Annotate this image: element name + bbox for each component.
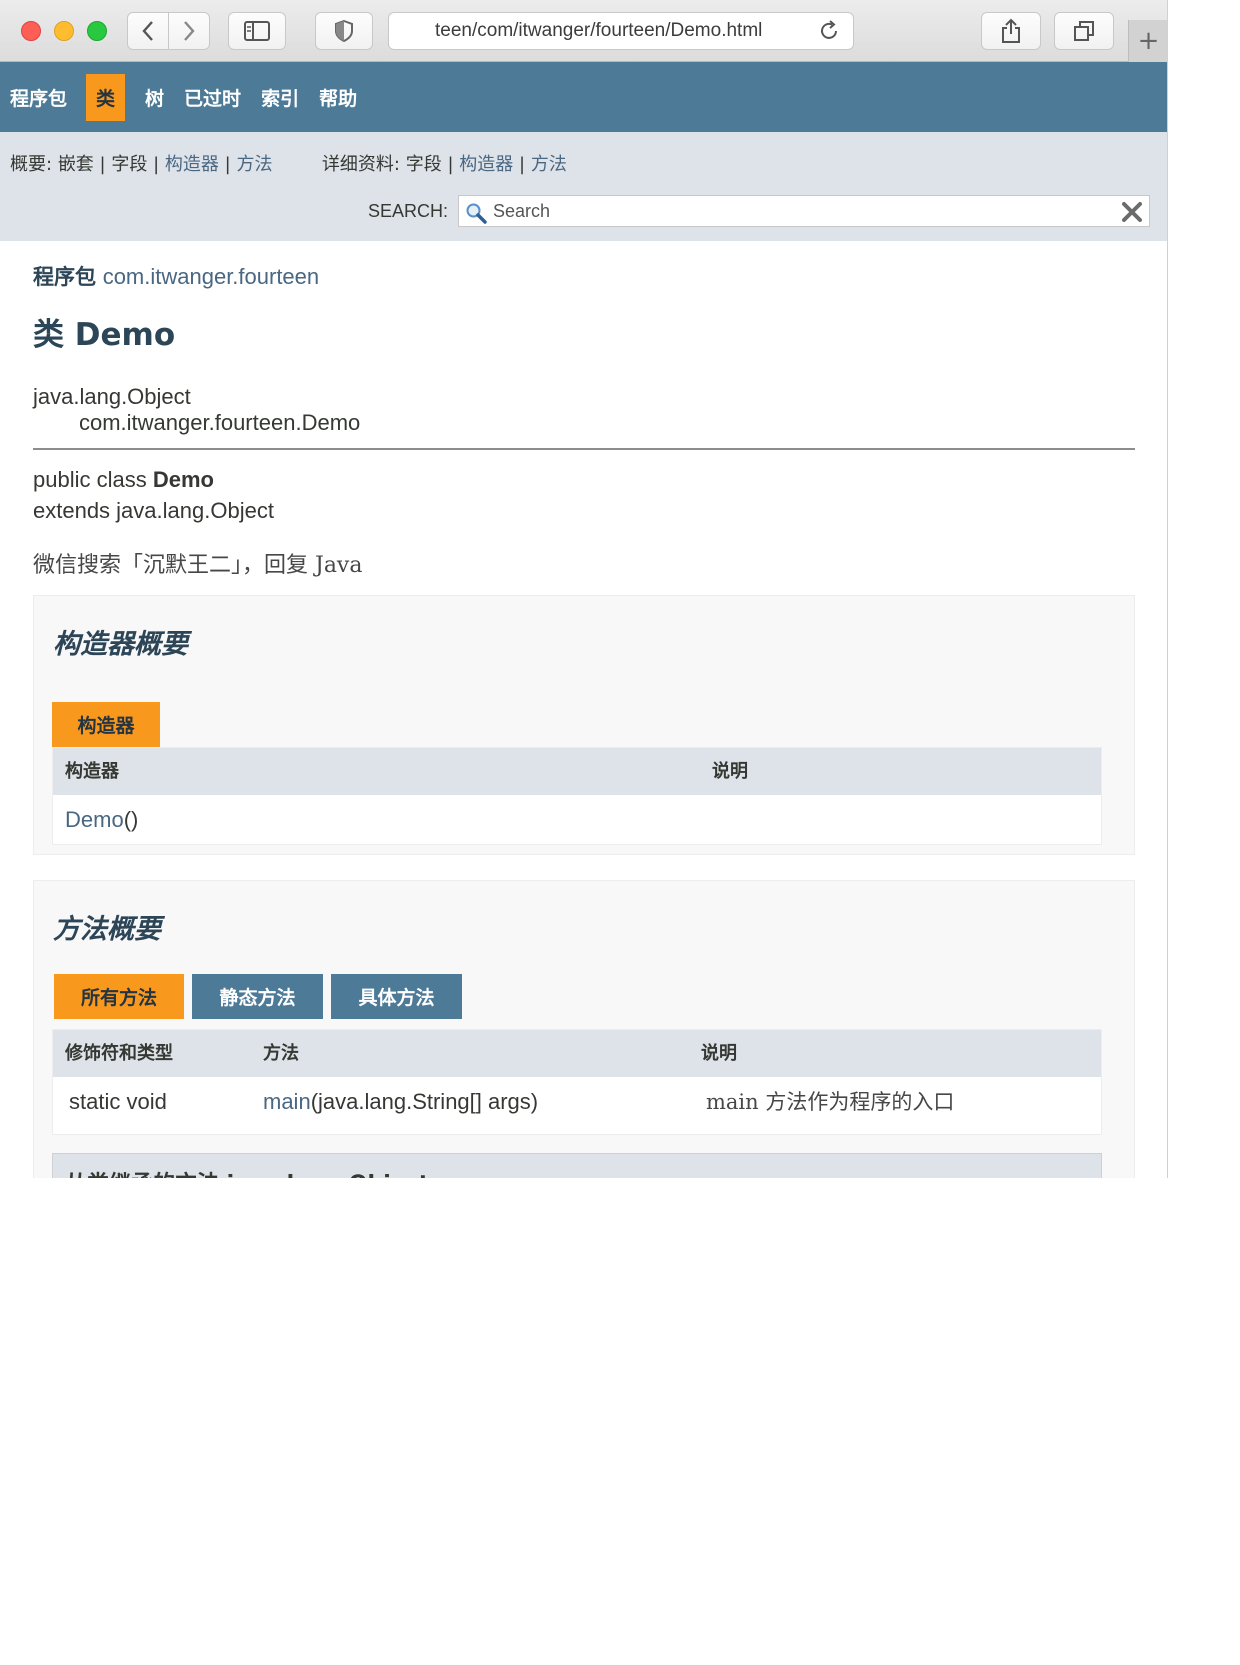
tabs-icon bbox=[1074, 21, 1094, 41]
search-placeholder: Search bbox=[493, 200, 551, 221]
detail-method-link[interactable]: 方法 bbox=[531, 154, 567, 175]
nav-package[interactable]: 程序包 bbox=[10, 74, 67, 121]
inheritance-child: com.itwanger.fourteen.Demo bbox=[79, 410, 361, 435]
separator: | bbox=[519, 154, 526, 175]
constructor-table-header: 构造器 说明 bbox=[53, 748, 1101, 795]
detail-constructor-link[interactable]: 构造器 bbox=[459, 154, 513, 175]
tab-all-methods[interactable]: 所有方法 bbox=[54, 974, 184, 1019]
inheritance-tree: java.lang.Object com.itwanger.fourteen.D… bbox=[33, 384, 360, 436]
share-icon bbox=[1002, 18, 1020, 43]
forward-button[interactable] bbox=[168, 12, 210, 50]
search-input[interactable]: Search bbox=[458, 195, 1151, 229]
sidebar-toggle-button[interactable] bbox=[228, 12, 286, 50]
plus-icon: + bbox=[1137, 26, 1160, 56]
chevron-right-icon bbox=[184, 21, 195, 41]
divider bbox=[33, 448, 1135, 450]
minimize-window-button[interactable] bbox=[54, 21, 74, 41]
tab-static-methods[interactable]: 静态方法 bbox=[192, 974, 323, 1019]
separator: | bbox=[224, 154, 231, 175]
reload-icon[interactable] bbox=[817, 19, 841, 49]
browser-toolbar: teen/com/itwanger/fourteen/Demo.html + bbox=[0, 0, 1167, 62]
constructor-summary-title: 构造器概要 bbox=[53, 629, 188, 660]
constructor-summary: 构造器概要 构造器 构造器 说明 Demo() bbox=[33, 595, 1135, 855]
method-link[interactable]: main bbox=[263, 1089, 311, 1114]
search-row: SEARCH: Search bbox=[368, 195, 1151, 229]
tab-constructors[interactable]: 构造器 bbox=[52, 702, 160, 747]
column-header: 修饰符和类型 bbox=[65, 1043, 173, 1064]
summary-method-link[interactable]: 方法 bbox=[236, 154, 272, 175]
separator: | bbox=[153, 154, 160, 175]
separator: | bbox=[447, 154, 454, 175]
inherited-methods-title: 从类继承的方法 java.lang.Object bbox=[65, 1166, 429, 1178]
share-button[interactable] bbox=[981, 12, 1041, 50]
search-reset-icon[interactable] bbox=[1121, 201, 1143, 228]
javadoc-top-nav: 程序包类树已过时 索引 帮助 bbox=[0, 62, 1167, 132]
class-description: 微信搜索「沉默王二」，回复 Java bbox=[33, 553, 363, 578]
javadoc-sub-nav: 概要: 嵌套 | 字段 | 构造器 | 方法 详细资料: 字段 | 构造器 | … bbox=[0, 132, 1167, 241]
nav-deprecated[interactable]: 已过时 bbox=[184, 74, 241, 121]
address-url: teen/com/itwanger/fourteen/Demo.html bbox=[435, 20, 763, 41]
method-modifier: static void bbox=[69, 1089, 167, 1114]
nav-index[interactable]: 索引 bbox=[261, 74, 299, 121]
tab-concrete-methods[interactable]: 具体方法 bbox=[331, 974, 462, 1019]
back-button[interactable] bbox=[127, 12, 169, 50]
column-header: 说明 bbox=[712, 761, 748, 782]
package-label: 程序包 bbox=[33, 265, 96, 289]
inheritance-parent: java.lang.Object bbox=[33, 384, 191, 409]
summary-constructor-link[interactable]: 构造器 bbox=[165, 154, 219, 175]
method-params: (java.lang.String[] args) bbox=[310, 1089, 539, 1114]
inherited-methods-header: 从类继承的方法 java.lang.Object bbox=[52, 1153, 1102, 1178]
search-icon bbox=[465, 202, 487, 229]
constructor-params: () bbox=[123, 807, 139, 832]
search-label: SEARCH: bbox=[368, 200, 449, 221]
nav-class: 类 bbox=[86, 73, 126, 121]
chevron-left-icon bbox=[142, 21, 153, 41]
table-row: Demo() bbox=[53, 795, 1101, 845]
summary-label: 概要: bbox=[10, 154, 53, 175]
nav-help[interactable]: 帮助 bbox=[319, 74, 357, 121]
package-line: 程序包 com.itwanger.fourteen bbox=[33, 261, 319, 291]
page-title: 类 Demo bbox=[33, 317, 176, 353]
detail-label: 详细资料: bbox=[321, 154, 400, 175]
shield-icon bbox=[335, 20, 353, 42]
class-declaration: public class Demo extends java.lang.Obje… bbox=[33, 464, 274, 526]
constructor-link[interactable]: Demo bbox=[65, 807, 124, 832]
constructor-table: 构造器 说明 Demo() bbox=[52, 747, 1102, 845]
zoom-window-button[interactable] bbox=[87, 21, 107, 41]
address-bar[interactable]: teen/com/itwanger/fourteen/Demo.html bbox=[388, 12, 854, 50]
column-header: 方法 bbox=[263, 1043, 299, 1064]
method-table: 修饰符和类型 方法 说明 static void main(java.lang.… bbox=[52, 1029, 1102, 1135]
summary-detail-links: 概要: 嵌套 | 字段 | 构造器 | 方法 详细资料: 字段 | 构造器 | … bbox=[10, 150, 567, 176]
tab-overview-button[interactable] bbox=[1054, 12, 1114, 50]
summary-field: 字段 bbox=[111, 154, 148, 175]
sidebar-icon bbox=[244, 21, 270, 41]
method-summary-title: 方法概要 bbox=[53, 914, 161, 945]
method-table-header: 修饰符和类型 方法 说明 bbox=[53, 1030, 1101, 1077]
nav-tree[interactable]: 树 bbox=[145, 74, 164, 121]
new-tab-button[interactable]: + bbox=[1128, 20, 1167, 62]
declaration-extends: extends java.lang.Object bbox=[33, 498, 274, 523]
method-desc: main 方法作为程序的入口 bbox=[706, 1090, 955, 1114]
privacy-shield-button[interactable] bbox=[315, 12, 373, 50]
browser-window: teen/com/itwanger/fourteen/Demo.html + 程… bbox=[0, 0, 1168, 1178]
declaration-prefix: public class bbox=[33, 467, 153, 492]
table-row: static void main(java.lang.String[] args… bbox=[53, 1077, 1101, 1127]
column-header: 构造器 bbox=[65, 761, 119, 782]
summary-nested: 嵌套 bbox=[57, 154, 94, 175]
declaration-name: Demo bbox=[152, 467, 214, 492]
separator: | bbox=[99, 154, 106, 175]
close-window-button[interactable] bbox=[21, 21, 41, 41]
detail-field: 字段 bbox=[405, 154, 442, 175]
method-summary: 方法概要 所有方法 静态方法 具体方法 修饰符和类型 方法 说明 static … bbox=[33, 880, 1135, 1178]
package-link[interactable]: com.itwanger.fourteen bbox=[103, 264, 319, 289]
column-header: 说明 bbox=[701, 1043, 737, 1064]
